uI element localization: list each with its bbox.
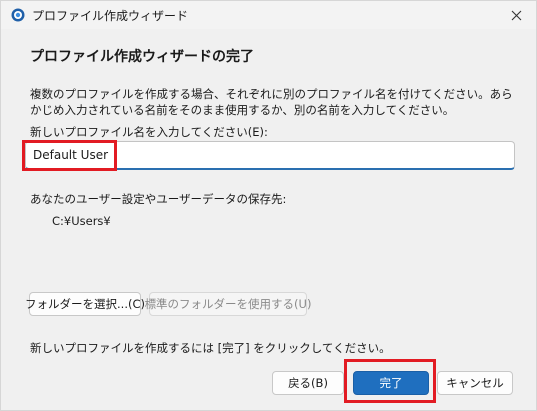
description-text: 複数のプロファイルを作成する場合、それぞれに別のプロファイル名を付けてください。… xyxy=(30,87,513,117)
title-bar: プロファイル作成ウィザード xyxy=(1,1,536,29)
use-default-folder-button[interactable]: 標準のフォルダーを使用する(U) xyxy=(145,292,311,316)
window-title: プロファイル作成ウィザード xyxy=(32,9,189,23)
finish-note: 新しいプロファイルを作成するには [完了] をクリックしてください。 xyxy=(30,341,391,355)
select-folder-button[interactable]: フォルダーを選択...(C) xyxy=(25,292,145,316)
cancel-button[interactable]: キャンセル xyxy=(437,371,513,395)
app-icon xyxy=(11,8,25,22)
save-location-label: あなたのユーザー設定やユーザーデータの保存先: xyxy=(30,192,287,206)
profile-wizard-window: プロファイル作成ウィザード プロファイル作成ウィザードの完了 複数のプロファイル… xyxy=(0,0,537,411)
profile-name-label: 新しいプロファイル名を入力してください(E): xyxy=(30,125,268,139)
back-button[interactable]: 戻る(B) xyxy=(272,371,344,395)
page-heading: プロファイル作成ウィザードの完了 xyxy=(30,49,254,65)
close-icon xyxy=(511,10,521,20)
finish-button[interactable]: 完了 xyxy=(353,371,429,395)
close-button[interactable] xyxy=(496,1,536,29)
save-location-path: C:¥Users¥ xyxy=(52,214,111,228)
profile-name-input[interactable] xyxy=(25,141,515,170)
